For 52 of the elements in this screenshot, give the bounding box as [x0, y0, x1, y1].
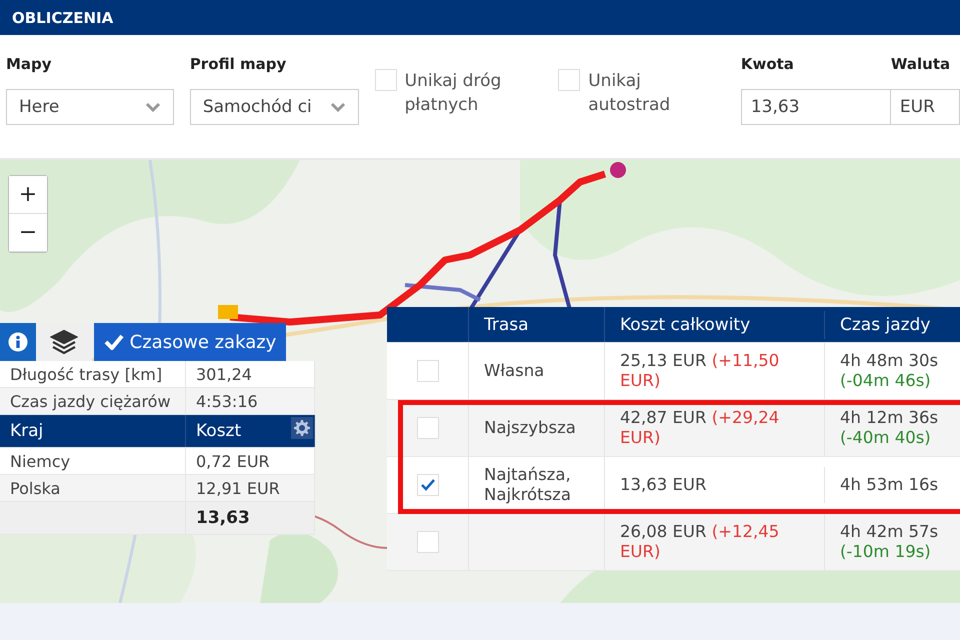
table-cell: 12,91 EUR: [186, 475, 315, 501]
checkbox[interactable]: [374, 69, 397, 91]
table-cell: 25,13 EUR (+11,50 EUR): [605, 343, 825, 399]
field-label: Profil mapy: [190, 55, 288, 73]
field-label: Kwota: [740, 55, 795, 73]
info-icon: [8, 332, 28, 352]
checkbox[interactable]: [416, 360, 438, 382]
column-header: Czas jazdy: [825, 310, 960, 338]
time-restrictions-button[interactable]: Czasowe zakazy: [94, 323, 286, 361]
column-header: Kraj: [0, 415, 186, 447]
check-icon: [420, 479, 434, 491]
settings-button[interactable]: [291, 417, 313, 439]
checkbox[interactable]: [416, 531, 438, 553]
table-cell: Własna: [484, 361, 544, 381]
dropdown[interactable]: Here: [6, 89, 174, 125]
chevron-icon: [330, 102, 346, 112]
table-cell: Polska: [0, 475, 186, 501]
table-cell: Najszybsza: [484, 418, 576, 438]
table-cell: Czas jazdy ciężarów: [0, 388, 186, 414]
column-header: Koszt całkowity: [605, 310, 825, 338]
checkbox[interactable]: [558, 69, 580, 91]
info-tab[interactable]: [0, 323, 36, 361]
currency-field[interactable]: EUR: [890, 89, 960, 125]
table-cell: Niemcy: [0, 448, 186, 474]
field-label: Mapy: [6, 55, 53, 73]
checkbox[interactable]: [416, 417, 438, 439]
table-cell: Długość trasy [km]: [0, 361, 186, 387]
table-cell: 4h 42m 57s (-10m 19s): [825, 514, 960, 570]
table-cell: 4h 48m 30s (-04m 46s): [825, 343, 960, 399]
column-header: Koszt: [196, 421, 242, 441]
column-header: Trasa: [469, 307, 605, 342]
table-cell: 4h 12m 36s (-40m 40s): [825, 400, 960, 456]
option-label: Unikaj autostrad: [588, 70, 672, 117]
table-cell: 301,24: [186, 361, 315, 387]
chevron-icon: [144, 102, 161, 112]
table-cell: 42,87 EUR (+29,24 EUR): [605, 400, 825, 456]
option-label: Unikaj dróg płatnych: [404, 70, 502, 117]
dropdown[interactable]: Samochód ci: [190, 89, 359, 125]
layers-icon: [50, 329, 78, 355]
checkbox[interactable]: [416, 474, 438, 496]
table-cell: 4h 53m 16s: [825, 467, 960, 503]
table-cell: 0,72 EUR: [186, 448, 315, 474]
amount-field[interactable]: 13,63: [740, 89, 891, 125]
page-title: OBLICZENIA: [12, 8, 114, 26]
table-cell: 13,63 EUR: [605, 467, 825, 503]
settings-icon: [294, 420, 310, 436]
table-cell: 4:53:16: [186, 388, 315, 414]
total-cell: 13,63: [186, 502, 315, 534]
zoom-in-button[interactable]: +: [9, 176, 47, 214]
table-cell-text: Najtańsza, Najkrótsza: [484, 465, 572, 505]
table-cell: 26,08 EUR (+12,45 EUR): [605, 514, 825, 570]
field-label: Waluta: [890, 55, 952, 73]
